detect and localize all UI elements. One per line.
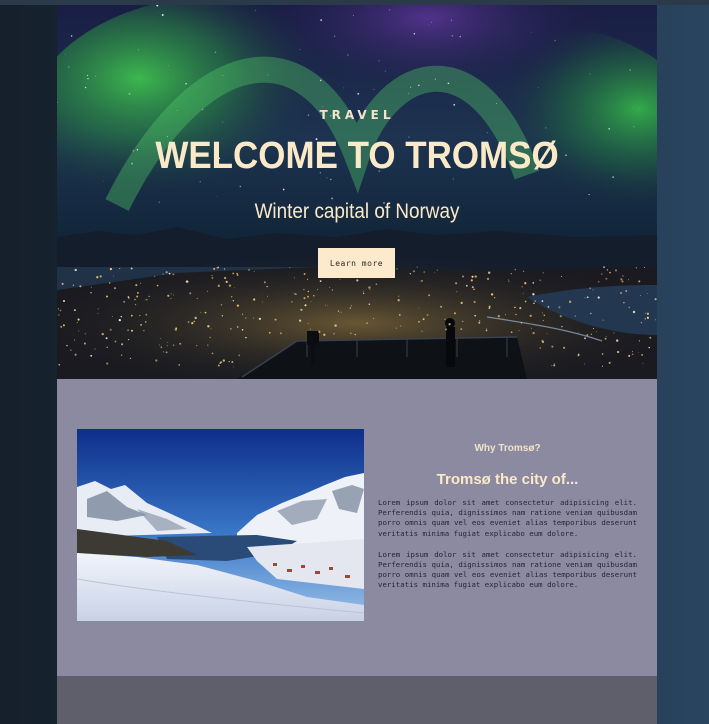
hero-eyebrow: TRAVEL	[319, 108, 395, 122]
learn-more-button[interactable]: Learn more	[318, 248, 395, 278]
hero-subtitle: Winter capital of Norway	[254, 200, 460, 223]
footer-band	[57, 676, 657, 724]
hero-section: TRAVEL WELCOME TO TROMSØ Winter capital …	[57, 5, 657, 379]
about-paragraph: Lorem ipsum dolor sit amet consectetur a…	[378, 498, 637, 538]
about-paragraph: Lorem ipsum dolor sit amet consectetur a…	[378, 549, 637, 590]
about-kicker: Why Tromsø?	[474, 443, 541, 454]
about-heading: Tromsø the city of...	[436, 471, 579, 488]
fjord-image	[77, 429, 364, 621]
about-section: Why Tromsø? Tromsø the city of... Lorem …	[57, 379, 657, 676]
hero-title: WELCOME TO TROMSØ	[155, 135, 559, 177]
hero-content: TRAVEL WELCOME TO TROMSØ Winter capital …	[57, 5, 657, 379]
about-text-column: Why Tromsø? Tromsø the city of... Lorem …	[378, 443, 637, 591]
page: TRAVEL WELCOME TO TROMSØ Winter capital …	[57, 5, 657, 724]
